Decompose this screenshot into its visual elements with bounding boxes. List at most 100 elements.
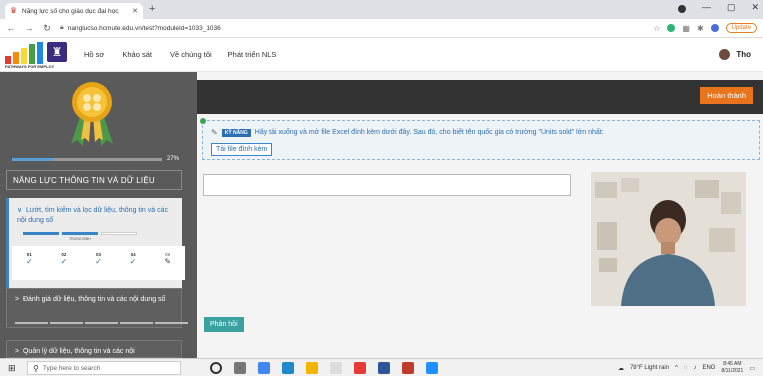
url-field[interactable]: 🔒︎ nanglucso.hcmute.edu.vn/test?moduleId… <box>60 24 645 32</box>
search-icon: ⚲ <box>33 363 39 373</box>
maximize-icon[interactable]: ▢ <box>727 2 736 13</box>
browser-tab[interactable]: ♛ Năng lực số cho giáo dục đại học ✕ <box>5 3 143 19</box>
close-window-icon[interactable]: ✕ <box>751 2 759 13</box>
update-button[interactable]: Update <box>725 23 757 33</box>
answer-box <box>203 174 571 196</box>
check-icon: ✓ <box>25 257 33 266</box>
step-item[interactable]: 02 ✓ <box>50 252 78 280</box>
weather-icon: ☁ <box>617 365 624 372</box>
profile-avatar-icon[interactable] <box>710 24 719 32</box>
powerpoint-icon[interactable] <box>402 362 414 374</box>
back-icon[interactable]: ← <box>6 23 16 33</box>
window-controls: — ▢ ✕ <box>677 2 759 13</box>
url-text: nanglucso.hcmute.edu.vn/test?moduleId=10… <box>67 24 221 32</box>
level-segments <box>23 232 137 235</box>
close-tab-icon[interactable]: ✕ <box>132 7 138 15</box>
clock-time: 8:45 AM <box>723 361 742 367</box>
taskbar-apps <box>210 362 438 374</box>
medal-icon <box>71 82 113 146</box>
progress-percent: 27% <box>167 156 180 162</box>
chrome-alt-icon[interactable] <box>354 362 366 374</box>
windows-start-icon[interactable]: ⊞ <box>8 363 16 374</box>
mail-icon[interactable] <box>426 362 438 374</box>
task-view-icon[interactable] <box>234 362 246 374</box>
logo-text: PATHWAYS FOR EMPLOY <box>5 64 55 69</box>
clock[interactable]: 8:45 AM 8/11/2021 <box>721 361 743 375</box>
step-item[interactable]: 05 ✎ <box>154 252 182 280</box>
student-photo <box>591 172 746 306</box>
search-placeholder: Type here to search <box>42 364 101 372</box>
minimize-icon[interactable]: — <box>702 2 711 13</box>
check-icon: ✓ <box>95 257 102 266</box>
sidebar-item-evaluate[interactable]: > Đánh giá dữ liệu, thông tin và các nội… <box>6 288 188 328</box>
tab-title: Năng lực số cho giáo dục đại học <box>22 7 119 15</box>
logo-person-icon: ♜ <box>47 42 67 62</box>
card2-segments <box>15 322 188 324</box>
cortana-icon[interactable] <box>210 362 222 374</box>
reload-icon[interactable]: ↻ <box>42 23 52 34</box>
answer-input[interactable] <box>204 175 570 195</box>
main-nav: Hồ sơ Khảo sát Về chúng tôi Phát triển N… <box>84 50 276 59</box>
step-item[interactable]: 04 ✓ <box>119 252 147 280</box>
extension-grid-icon[interactable]: ▦ <box>682 24 690 33</box>
address-bar: ← → ↻ 🔒︎ nanglucso.hcmute.edu.vn/test?mo… <box>0 19 763 38</box>
site-favicon-icon: ♛ <box>10 6 18 15</box>
blank-file-icon[interactable] <box>330 362 342 374</box>
tray-chevron-icon[interactable]: ^ <box>675 365 678 371</box>
extensions: ☆ ▦ ✱ Update <box>653 23 757 33</box>
main-content: Hoàn thành ✎ KỸ NĂNG Hãy tải xuống và mở… <box>197 72 763 358</box>
edge-icon[interactable] <box>282 362 294 374</box>
nav-ve-chung-toi[interactable]: Về chúng tôi <box>170 50 212 59</box>
question-box: ✎ KỸ NĂNG Hãy tải xuống và mở file Excel… <box>200 118 760 160</box>
puzzle-icon[interactable]: ✱ <box>697 24 704 33</box>
check-icon: ✓ <box>129 257 137 266</box>
file-explorer-icon[interactable] <box>306 362 318 374</box>
weather-text[interactable]: 78°F Light rain <box>630 365 669 371</box>
notification-icon[interactable]: ▭ <box>749 365 755 372</box>
step-item[interactable]: 01 ✓ <box>15 252 43 280</box>
avatar <box>719 49 731 60</box>
category-title: NĂNG LỰC THÔNG TIN VÀ DỮ LIỆU <box>6 170 182 190</box>
forward-icon[interactable]: → <box>24 23 34 33</box>
user-name: Tho <box>736 50 751 59</box>
system-tray: ☁ 78°F Light rain ^ ◌ ♪ ENG 8:45 AM 8/11… <box>618 361 755 375</box>
skill-badge: KỸ NĂNG <box>221 128 251 137</box>
finish-button[interactable]: Hoàn thành <box>700 87 753 104</box>
bookmark-star-icon[interactable]: ☆ <box>653 24 660 33</box>
sidebar: 27% NĂNG LỰC THÔNG TIN VÀ DỮ LIỆU ∨ Lướt… <box>0 72 197 358</box>
word-icon[interactable] <box>378 362 390 374</box>
site-header: ♜ PATHWAYS FOR EMPLOY Hồ sơ Khảo sát Về … <box>0 38 763 72</box>
download-attachment-button[interactable]: Tải file đính kèm <box>211 143 273 156</box>
profile-record-icon[interactable] <box>677 5 686 13</box>
nav-khao-sat[interactable]: Khảo sát <box>122 50 152 59</box>
site-logo[interactable]: ♜ PATHWAYS FOR EMPLOY <box>5 42 73 70</box>
taskbar-search[interactable]: ⚲ Type here to search <box>27 361 181 375</box>
volume-icon[interactable]: ♪ <box>693 365 696 371</box>
browser-tabbar: ♛ Năng lực số cho giáo dục đại học ✕ + —… <box>0 0 763 19</box>
network-icon[interactable]: ◌ <box>684 365 688 371</box>
feedback-button[interactable]: Phản hồi <box>204 317 244 332</box>
extension-icon[interactable] <box>667 24 676 32</box>
clock-date: 8/11/2021 <box>721 368 744 374</box>
user-menu[interactable]: Tho <box>719 49 751 60</box>
top-toolbar: Hoàn thành <box>197 80 763 114</box>
language-indicator[interactable]: ENG <box>702 365 715 371</box>
chrome-icon[interactable] <box>258 362 270 374</box>
nav-phat-trien-nls[interactable]: Phát triển NLS <box>228 50 277 59</box>
logo-bars <box>5 42 43 64</box>
question-text: Hãy tải xuống và mở file Excel đính kèm … <box>254 129 604 136</box>
lock-icon: 🔒︎ <box>60 24 64 31</box>
edit-icon: ✎ <box>211 128 218 137</box>
sidebar-item-manage[interactable]: > Quản lý dữ liệu, thông tin và các nội <box>6 340 182 358</box>
taskbar: ⊞ ⚲ Type here to search ☁ 78°F Light rai… <box>0 358 763 376</box>
level-label: TRUNG BÌNH <box>69 237 91 241</box>
new-tab-icon[interactable]: + <box>149 3 155 15</box>
nav-ho-so[interactable]: Hồ sơ <box>84 50 104 59</box>
chevron-right-icon: > <box>15 348 20 355</box>
progress-bar <box>12 158 162 161</box>
active-card-title: Lướt, tìm kiếm và lọc dữ liệu, thông tin… <box>17 207 168 224</box>
step-item[interactable]: 03 ✓ <box>84 252 112 280</box>
progress-fill <box>12 158 53 161</box>
card3-title: Quản lý dữ liệu, thông tin và các nội <box>22 348 135 355</box>
pencil-icon: ✎ <box>164 257 172 266</box>
